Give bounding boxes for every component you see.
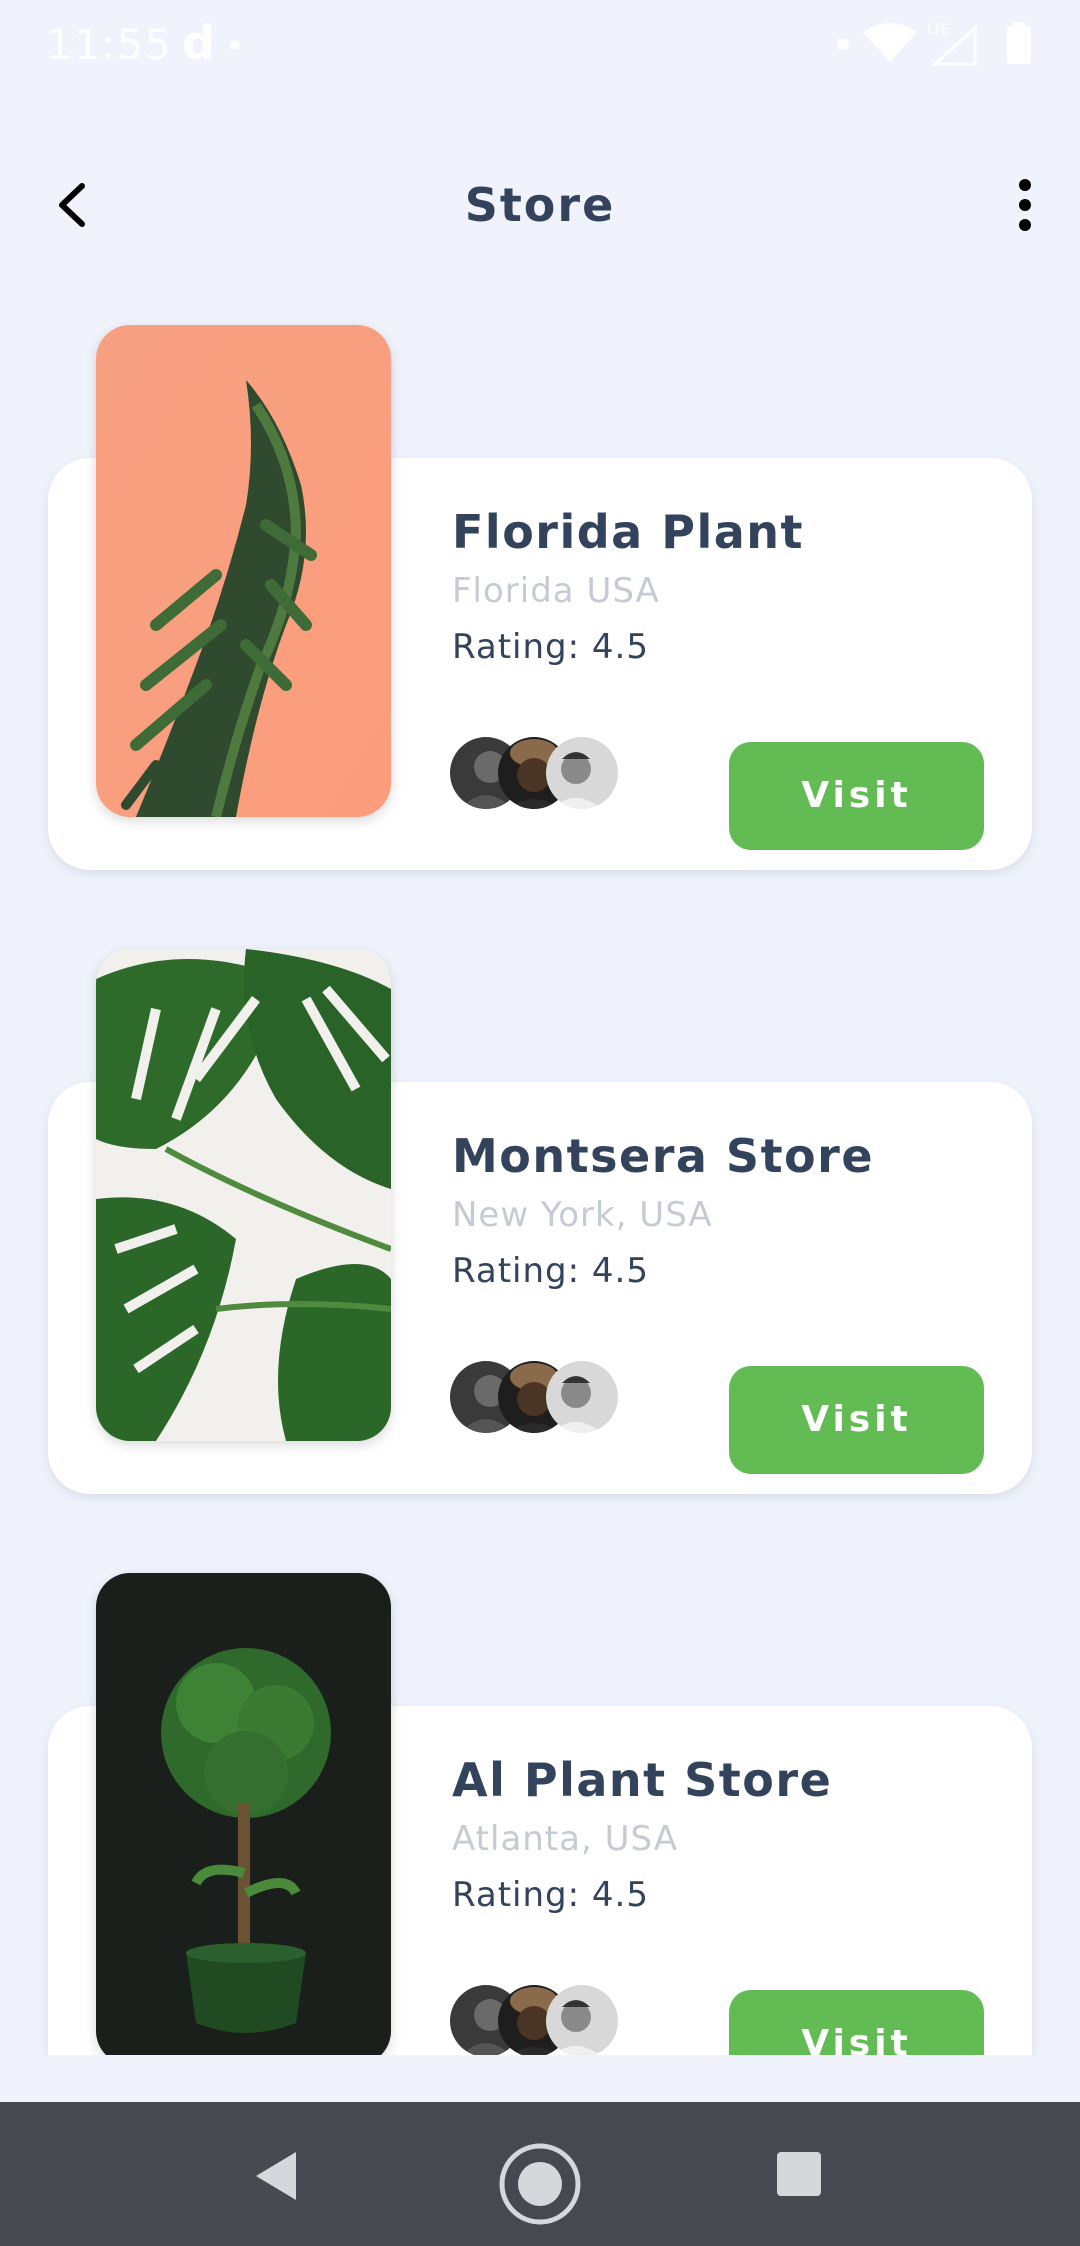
triangle-back-icon bbox=[256, 2152, 296, 2200]
visit-button[interactable]: Visit bbox=[729, 742, 984, 850]
store-list[interactable]: Florida Plant Florida USA Rating: 4.5 Vi… bbox=[0, 300, 1080, 2055]
status-time: 11:55 bbox=[46, 20, 173, 69]
visit-button[interactable]: Visit bbox=[729, 1366, 984, 1474]
store-image bbox=[96, 325, 391, 817]
nav-recents-button[interactable] bbox=[775, 2150, 823, 2202]
wifi-icon bbox=[863, 23, 917, 62]
app-indicator: d bbox=[182, 16, 215, 70]
store-rating: Rating: 4.5 bbox=[452, 1875, 649, 1915]
visitor-avatars bbox=[450, 737, 630, 813]
store-name: Montsera Store bbox=[452, 1129, 875, 1183]
store-image bbox=[96, 949, 391, 1441]
store-list-item[interactable]: Montsera Store New York, USA Rating: 4.5… bbox=[0, 949, 1080, 1509]
store-location: Atlanta, USA bbox=[452, 1819, 678, 1859]
more-vertical-icon bbox=[1019, 179, 1031, 231]
system-nav-bar bbox=[0, 2102, 1080, 2246]
store-location: New York, USA bbox=[452, 1195, 713, 1235]
status-bar: 11:55 d LTE bbox=[0, 0, 1080, 90]
store-name: Florida Plant bbox=[452, 505, 804, 559]
store-list-item[interactable]: Florida Plant Florida USA Rating: 4.5 Vi… bbox=[0, 325, 1080, 885]
store-list-item[interactable]: Al Plant Store Atlanta, USA Rating: 4.5 … bbox=[0, 1573, 1080, 2055]
svg-text:LTE: LTE bbox=[927, 22, 950, 38]
visitor-avatars bbox=[450, 1985, 630, 2055]
store-rating: Rating: 4.5 bbox=[452, 1251, 649, 1291]
store-location: Florida USA bbox=[452, 571, 660, 611]
status-icons: LTE bbox=[835, 18, 1040, 68]
page-title: Store bbox=[464, 178, 616, 232]
store-rating: Rating: 4.5 bbox=[452, 627, 649, 667]
store-image bbox=[96, 1573, 391, 2055]
avatar bbox=[546, 1361, 618, 1433]
visitor-avatars bbox=[450, 1361, 630, 1437]
visit-button[interactable]: Visit bbox=[729, 1990, 984, 2055]
battery-icon bbox=[1007, 26, 1031, 64]
more-options-button[interactable] bbox=[1010, 178, 1040, 232]
avatar bbox=[546, 737, 618, 809]
dot-icon bbox=[837, 38, 849, 50]
square-recents-icon bbox=[777, 2152, 821, 2196]
nav-back-button[interactable] bbox=[250, 2148, 300, 2208]
store-name: Al Plant Store bbox=[452, 1753, 833, 1807]
app-header: Store bbox=[0, 160, 1080, 250]
nav-home-button[interactable] bbox=[498, 2142, 582, 2230]
avatar bbox=[546, 1985, 618, 2055]
circle-home-icon bbox=[499, 2143, 581, 2225]
notification-dot-icon bbox=[230, 40, 240, 50]
